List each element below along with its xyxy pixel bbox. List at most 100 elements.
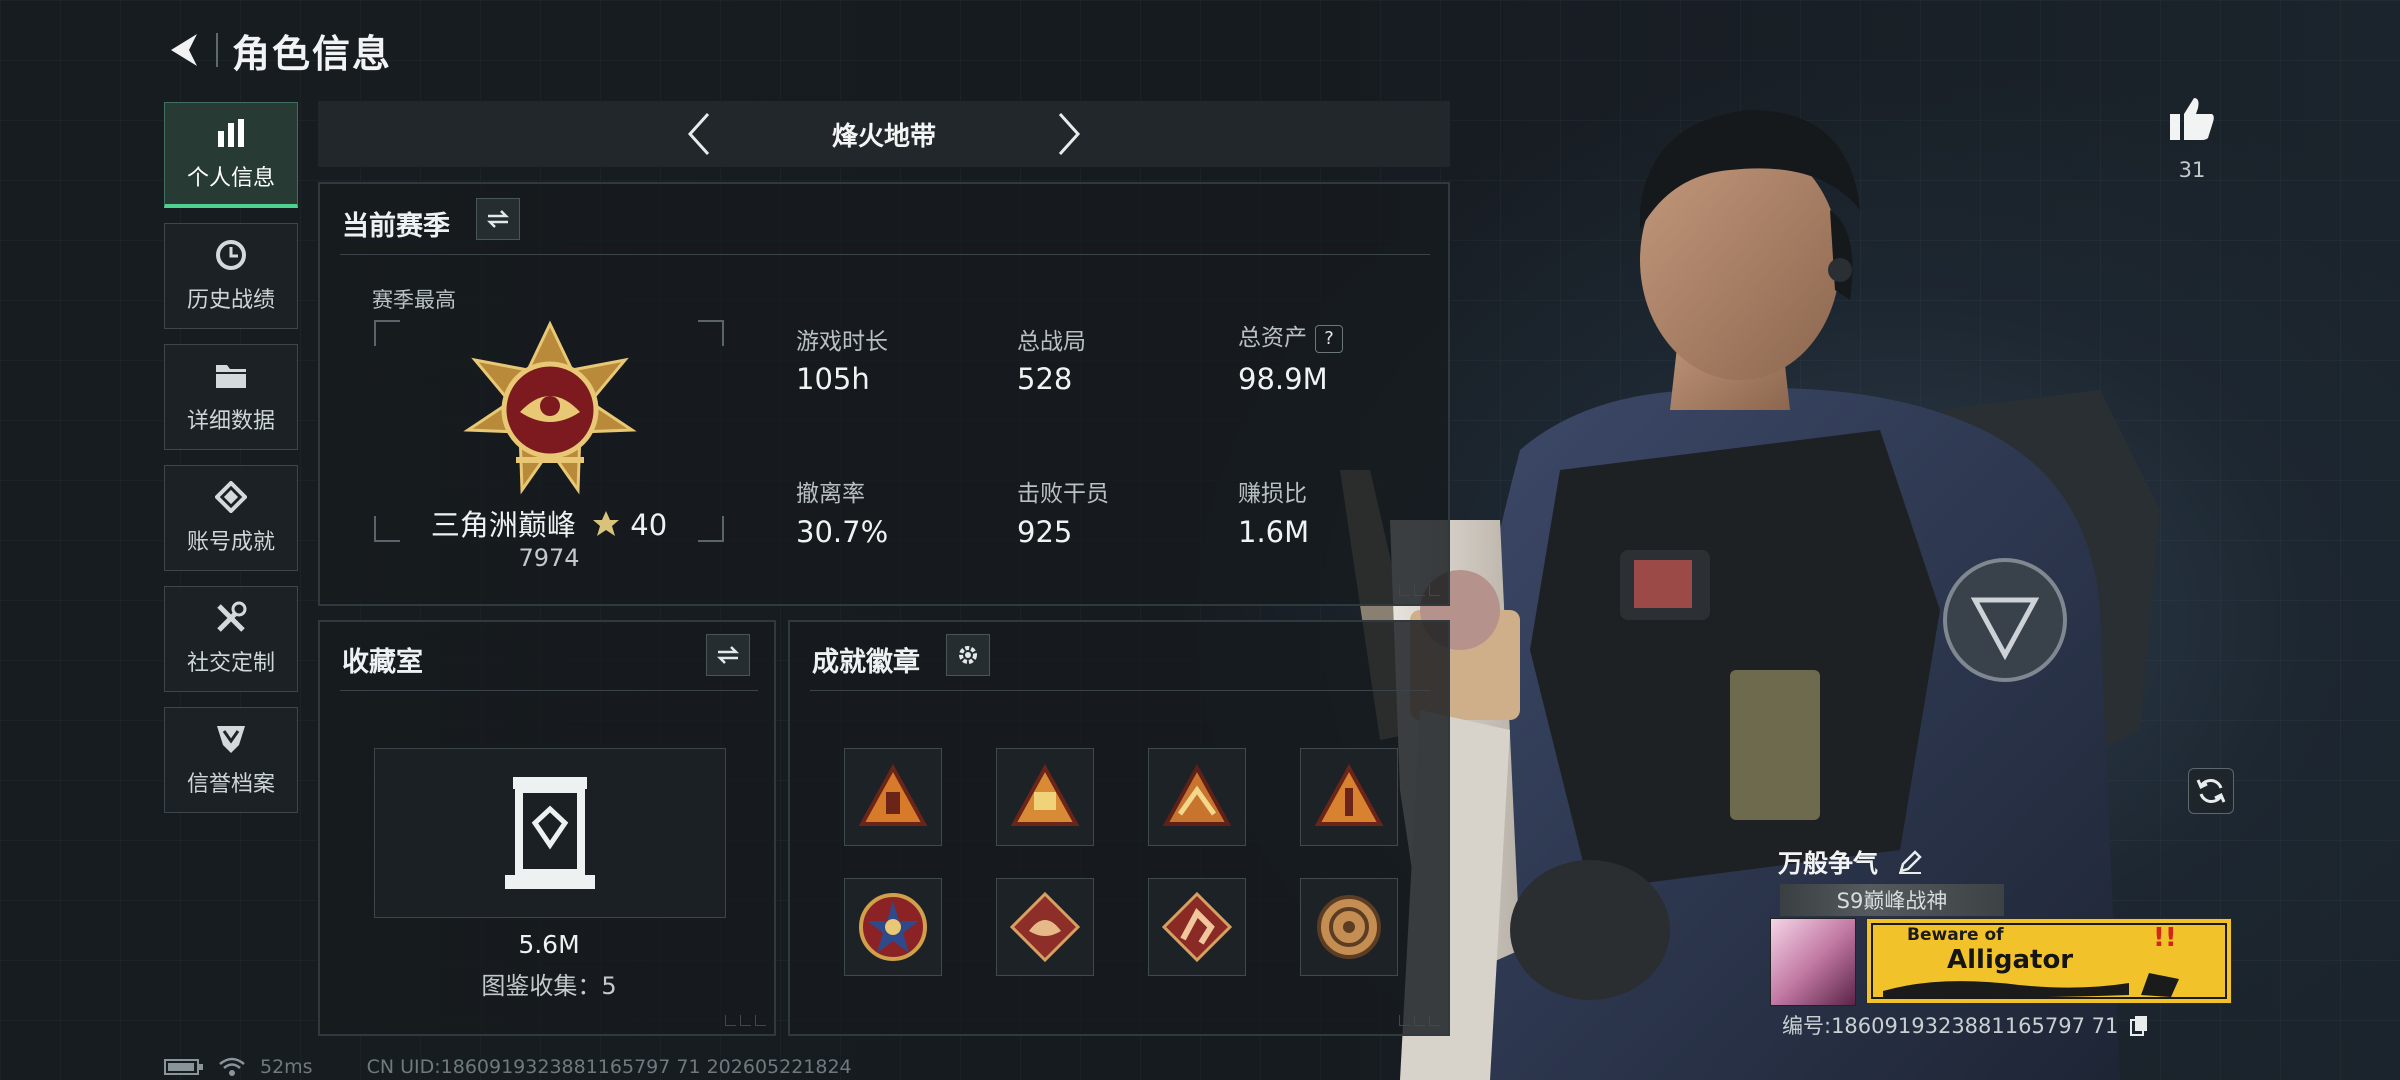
mode-next-button[interactable] (1044, 109, 1094, 159)
panel-corner-marks (725, 1015, 766, 1026)
back-arrow-icon (171, 34, 197, 66)
help-icon[interactable]: ? (1315, 324, 1343, 353)
collection-count: 图鉴收集：5 (481, 972, 617, 1000)
player-id-text: 编号:1860919323881165797 71 (1782, 1014, 2119, 1038)
diamond-badge-icon (1161, 891, 1233, 963)
achievement-badge[interactable] (996, 878, 1094, 976)
battery-icon (164, 1059, 203, 1075)
rank-score: 7974 (518, 544, 580, 572)
achievement-badge[interactable] (1148, 748, 1246, 846)
triangle-badge-icon (858, 763, 928, 826)
sidebar: 个人信息 历史战绩 详细数据 账号成就 社交定制 信誉档案 (164, 102, 300, 828)
alligator-icon (1883, 973, 2179, 998)
achievement-badge[interactable] (1148, 878, 1246, 976)
achievement-icon (214, 480, 248, 514)
back-button[interactable] (160, 27, 206, 73)
header-divider (216, 33, 218, 67)
achievement-badge[interactable] (1300, 878, 1398, 976)
achievement-badge[interactable] (844, 748, 942, 846)
diamond-badge-icon (1009, 891, 1081, 963)
sidebar-item-label: 历史战绩 (186, 288, 275, 313)
divider (340, 690, 758, 691)
collection-switch-button[interactable] (706, 634, 750, 676)
achievement-badge[interactable] (844, 878, 942, 976)
season-title: 当前赛季 (342, 211, 450, 242)
stat-value-total-matches: 528 (1017, 362, 1073, 396)
bar-chart-icon (214, 116, 248, 150)
triangle-badge-icon (1314, 763, 1384, 826)
stat-label-playtime: 游戏时长 (796, 329, 888, 355)
collection-value: 5.6M (518, 930, 580, 959)
switch-icon (486, 210, 510, 228)
stat-label-total-assets: 总资产? (1238, 318, 1343, 353)
rank-name: 三角洲巅峰 (430, 508, 576, 542)
achievement-badge[interactable] (996, 748, 1094, 846)
sidebar-item-achievements[interactable]: 账号成就 (164, 465, 298, 571)
player-name-card[interactable]: Beware of Alligator !! (1866, 918, 2232, 1004)
stat-label-text: 总资产 (1238, 325, 1307, 351)
sidebar-item-detailed-data[interactable]: 详细数据 (164, 344, 298, 450)
rank-name-row: 三角洲巅峰 40 (374, 502, 724, 544)
player-title-tag: S9巅峰战神 (1780, 884, 2004, 916)
shield-icon (214, 722, 248, 756)
star-icon (593, 511, 620, 536)
stat-value-playtime: 105h (796, 362, 870, 396)
status-bar: 52ms CN UID:1860919323881165797 71 20260… (164, 1054, 852, 1080)
chevron-right-icon (1058, 112, 1081, 156)
stat-value-extract-rate: 30.7% (796, 515, 889, 549)
player-name: 万般争气 (1778, 844, 1923, 880)
stat-label-total-matches: 总战局 (1017, 329, 1086, 355)
sidebar-item-reputation[interactable]: 信誉档案 (164, 707, 298, 813)
mode-title: 烽火地带 (831, 121, 936, 152)
ping-text: 52ms (260, 1056, 313, 1078)
sidebar-item-label: 个人信息 (186, 165, 275, 191)
round-badge-icon (1317, 895, 1381, 959)
sidebar-item-label: 社交定制 (186, 651, 275, 676)
chevron-left-icon (687, 112, 710, 156)
page-title: 角色信息 (232, 31, 393, 76)
panel-corner-marks (1399, 1015, 1440, 1026)
badges-settings-button[interactable] (946, 634, 990, 676)
mode-selector: 烽火地带 (318, 101, 1450, 167)
stat-label-profit-loss-ratio: 赚损比 (1238, 481, 1307, 507)
sidebar-item-label: 信誉档案 (186, 772, 275, 797)
like-button[interactable] (2166, 96, 2218, 146)
sidebar-item-personal-info[interactable]: 个人信息 (164, 102, 298, 208)
stat-value-total-assets: 98.9M (1238, 362, 1328, 396)
stat-value-profit-loss-ratio: 1.6M (1238, 515, 1310, 549)
uid-text: CN UID:1860919323881165797 71 2026052218… (366, 1056, 852, 1078)
player-name-text: 万般争气 (1778, 849, 1879, 878)
stat-label-operators-defeated: 击败干员 (1017, 481, 1109, 507)
divider (810, 690, 1430, 691)
rotate-character-button[interactable] (2188, 768, 2234, 814)
collection-title: 收藏室 (342, 647, 423, 678)
like-count: 31 (2178, 158, 2206, 182)
clock-icon (214, 238, 248, 272)
title-tag-text: S9巅峰战神 (1836, 889, 1948, 913)
badges-title: 成就徽章 (812, 647, 920, 678)
stat-label-extract-rate: 撤离率 (796, 481, 865, 507)
card-line1: Beware of (1907, 925, 2004, 945)
triangle-badge-icon (1010, 763, 1080, 826)
tools-icon (214, 601, 248, 635)
player-id: 编号:1860919323881165797 71 (1782, 1010, 2149, 1040)
avatar[interactable] (1770, 918, 1856, 1006)
season-switch-button[interactable] (476, 198, 520, 240)
switch-icon (716, 646, 740, 664)
sidebar-item-social[interactable]: 社交定制 (164, 586, 298, 692)
gear-icon (959, 646, 977, 664)
rotate-icon (2196, 779, 2226, 803)
alert-mark: !! (2153, 923, 2177, 953)
round-badge-icon (859, 893, 927, 961)
mode-prev-button[interactable] (674, 109, 724, 159)
copy-icon[interactable] (2129, 1014, 2149, 1036)
achievement-badge[interactable] (1300, 748, 1398, 846)
rank-stars: 40 (630, 508, 668, 542)
panel-corner-marks (1399, 585, 1440, 596)
sidebar-item-history[interactable]: 历史战绩 (164, 223, 298, 329)
collection-showcase[interactable] (374, 748, 726, 918)
rank-emblem-icon (463, 320, 637, 495)
edit-icon[interactable] (1897, 849, 1923, 875)
wifi-icon (219, 1057, 245, 1076)
stat-value-operators-defeated: 925 (1017, 515, 1073, 549)
